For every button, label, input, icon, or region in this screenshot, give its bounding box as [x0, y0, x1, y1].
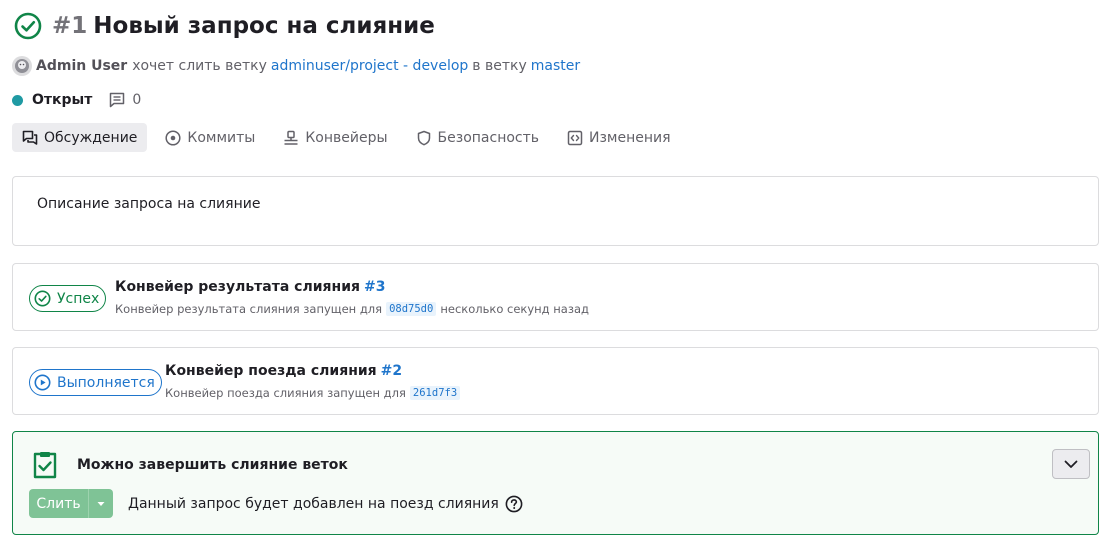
question-circle-icon[interactable] — [505, 495, 523, 513]
pipeline-card: Выполняется Конвейер поезда слияния #2 Ко… — [12, 347, 1099, 415]
pipeline-sub-prefix: Конвейер результата слияния запущен для — [115, 302, 383, 316]
tab-label: Изменения — [589, 129, 671, 146]
pipeline-time: несколько секунд назад — [440, 302, 589, 316]
pipeline-title-text: Конвейер поезда слияния — [165, 363, 377, 379]
merge-status-title: Можно завершить слияние веток — [77, 457, 348, 473]
tab-commits[interactable]: Коммиты — [155, 123, 265, 152]
tab-label: Коммиты — [187, 129, 256, 146]
pipeline-title-text: Конвейер результата слияния — [115, 279, 360, 295]
tab-discussion[interactable]: Обсуждение — [12, 123, 148, 152]
pipeline-sub-prefix: Конвейер поезда слияния запущен для — [165, 386, 406, 400]
tab-changes[interactable]: Изменения — [557, 123, 681, 152]
clipboard-check-icon — [33, 452, 57, 479]
merge-button-group: Слить — [29, 489, 113, 518]
tab-security[interactable]: Безопасность — [406, 123, 549, 152]
commit-sha-link[interactable]: 261d7f3 — [409, 386, 461, 400]
discussion-icon — [22, 130, 38, 145]
mr-title-row: #1 Новый запрос на слияние — [14, 10, 435, 42]
target-branch-link[interactable]: master — [531, 58, 580, 74]
merge-note-text: Данный запрос будет добавлен на поезд сл… — [128, 496, 499, 512]
pipeline-title: Конвейер результата слияния #3 — [115, 279, 385, 295]
play-circle-icon — [34, 374, 51, 391]
status-badge: Открыт — [32, 92, 93, 108]
caret-down-icon — [97, 501, 105, 506]
tab-label: Обсуждение — [44, 129, 138, 146]
pipeline-link[interactable]: #3 — [364, 279, 385, 295]
pipeline-card: Успех Конвейер результата слияния #3 Конв… — [12, 263, 1099, 331]
mr-meta: Admin User хочет слить ветку adminuser/p… — [12, 56, 584, 76]
avatar[interactable] — [12, 56, 32, 76]
commit-icon — [165, 129, 181, 146]
pipeline-subtitle: Конвейер результата слияния запущен для … — [115, 302, 589, 316]
mr-state-row: Открыт 0 — [12, 90, 141, 110]
tab-label: Безопасность — [437, 129, 540, 146]
tab-pipelines[interactable]: Конвейеры — [273, 123, 397, 152]
pipeline-subtitle: Конвейер поезда слияния запущен для 261d… — [165, 386, 464, 400]
pipeline-icon — [284, 130, 298, 145]
merge-button[interactable]: Слить — [29, 489, 88, 518]
into-text: в ветку — [472, 58, 527, 74]
pipeline-link[interactable]: #2 — [381, 363, 402, 379]
user-avatar-icon — [15, 59, 29, 73]
code-icon — [567, 130, 583, 145]
merge-options-toggle[interactable] — [88, 489, 113, 518]
description-card: Описание запроса на слияние — [12, 176, 1099, 246]
merge-train-note: Данный запрос будет добавлен на поезд сл… — [128, 495, 523, 513]
pipeline-status-badge[interactable]: Успех — [29, 285, 107, 312]
status-dot — [12, 94, 23, 106]
comment-icon — [110, 92, 125, 108]
badge-label: Выполняется — [57, 374, 155, 391]
check-circle-icon — [14, 12, 42, 40]
page-title: Новый запрос на слияние — [93, 13, 435, 39]
tab-label: Конвейеры — [305, 129, 388, 146]
wants-merge-text: хочет слить ветку — [132, 58, 267, 74]
mr-description: Описание запроса на слияние — [37, 196, 261, 212]
mr-tabs: Обсуждение Коммиты Конвейеры Безопасност… — [12, 123, 689, 152]
pipeline-status-badge[interactable]: Выполняется — [29, 369, 162, 396]
merge-widget: Можно завершить слияние веток Слить Данн… — [12, 431, 1099, 535]
shield-icon — [417, 130, 430, 145]
commit-sha-link[interactable]: 08d75d0 — [386, 302, 437, 316]
check-circle-icon — [34, 290, 51, 307]
mr-iid: #1 — [52, 13, 88, 39]
badge-label: Успех — [57, 290, 100, 307]
chevron-down-icon — [1064, 460, 1078, 468]
author-name[interactable]: Admin User — [36, 58, 127, 74]
collapse-button[interactable] — [1052, 449, 1090, 479]
comment-count: 0 — [132, 92, 142, 108]
pipeline-title: Конвейер поезда слияния #2 — [165, 363, 402, 379]
source-branch-link[interactable]: adminuser/project - develop — [271, 58, 468, 74]
